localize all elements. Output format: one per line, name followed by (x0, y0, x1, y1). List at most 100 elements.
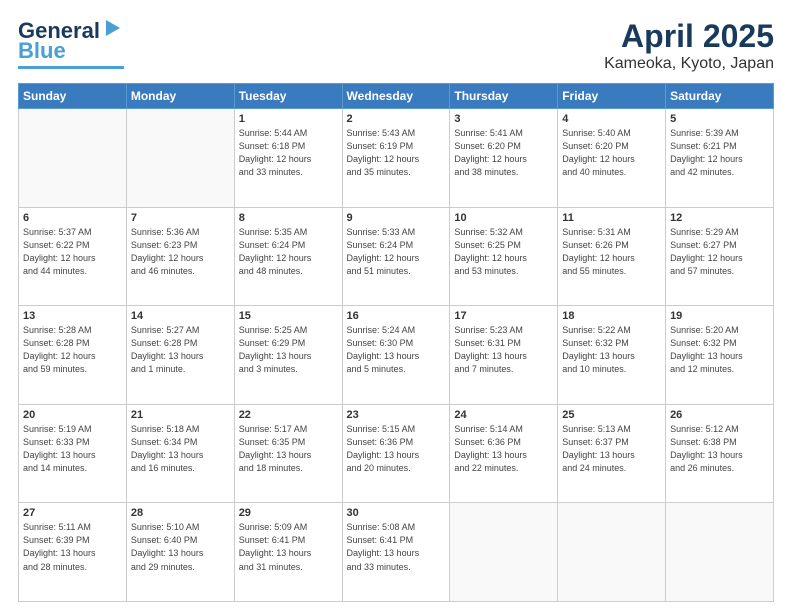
day-info: Sunrise: 5:17 AMSunset: 6:35 PMDaylight:… (239, 423, 338, 475)
day-info: Sunrise: 5:39 AMSunset: 6:21 PMDaylight:… (670, 127, 769, 179)
day-number: 24 (454, 409, 553, 421)
calendar-table: SundayMondayTuesdayWednesdayThursdayFrid… (18, 83, 774, 602)
day-info: Sunrise: 5:37 AMSunset: 6:22 PMDaylight:… (23, 226, 122, 278)
calendar-cell: 27 Sunrise: 5:11 AMSunset: 6:39 PMDayligh… (19, 503, 127, 602)
logo-underline (18, 66, 124, 69)
calendar-cell: 14 Sunrise: 5:27 AMSunset: 6:28 PMDayligh… (126, 306, 234, 405)
calendar-cell (126, 109, 234, 208)
calendar-cell: 19 Sunrise: 5:20 AMSunset: 6:32 PMDayligh… (666, 306, 774, 405)
calendar-cell: 1 Sunrise: 5:44 AMSunset: 6:18 PMDaylight… (234, 109, 342, 208)
day-info: Sunrise: 5:10 AMSunset: 6:40 PMDaylight:… (131, 521, 230, 573)
calendar-header-wednesday: Wednesday (342, 84, 450, 109)
calendar-cell: 23Sunrise: 5:15 AMSunset: 6:36 PMDayligh… (342, 404, 450, 503)
calendar-cell: 20 Sunrise: 5:19 AMSunset: 6:33 PMDayligh… (19, 404, 127, 503)
calendar-cell (19, 109, 127, 208)
day-number: 21 (131, 409, 230, 421)
day-info: Sunrise: 5:32 AMSunset: 6:25 PMDaylight:… (454, 226, 553, 278)
day-info: Sunrise: 5:27 AMSunset: 6:28 PMDaylight:… (131, 324, 230, 376)
calendar-cell: 13 Sunrise: 5:28 AMSunset: 6:28 PMDayligh… (19, 306, 127, 405)
subtitle: Kameoka, Kyoto, Japan (604, 55, 774, 73)
calendar-cell: 3 Sunrise: 5:41 AMSunset: 6:20 PMDaylight… (450, 109, 558, 208)
day-number: 19 (670, 310, 769, 322)
calendar-header-monday: Monday (126, 84, 234, 109)
calendar-row-4: 27 Sunrise: 5:11 AMSunset: 6:39 PMDayligh… (19, 503, 774, 602)
calendar-cell: 6 Sunrise: 5:37 AMSunset: 6:22 PMDaylight… (19, 207, 127, 306)
day-number: 1 (239, 113, 338, 125)
day-number: 26 (670, 409, 769, 421)
day-number: 16 (347, 310, 446, 322)
day-number: 6 (23, 212, 122, 224)
day-info: Sunrise: 5:20 AMSunset: 6:32 PMDaylight:… (670, 324, 769, 376)
day-info: Sunrise: 5:41 AMSunset: 6:20 PMDaylight:… (454, 127, 553, 179)
day-info: Sunrise: 5:22 AMSunset: 6:32 PMDaylight:… (562, 324, 661, 376)
calendar-header-thursday: Thursday (450, 84, 558, 109)
day-number: 4 (562, 113, 661, 125)
day-number: 27 (23, 507, 122, 519)
calendar-cell: 22 Sunrise: 5:17 AMSunset: 6:35 PMDayligh… (234, 404, 342, 503)
page: General Blue April 2025 Kameoka, Kyoto, … (0, 0, 792, 612)
day-number: 17 (454, 310, 553, 322)
day-number: 3 (454, 113, 553, 125)
calendar-row-1: 6 Sunrise: 5:37 AMSunset: 6:22 PMDaylight… (19, 207, 774, 306)
calendar-cell: 16Sunrise: 5:24 AMSunset: 6:30 PMDayligh… (342, 306, 450, 405)
calendar-cell: 17 Sunrise: 5:23 AMSunset: 6:31 PMDayligh… (450, 306, 558, 405)
day-info: Sunrise: 5:09 AMSunset: 6:41 PMDaylight:… (239, 521, 338, 573)
calendar-cell: 4 Sunrise: 5:40 AMSunset: 6:20 PMDaylight… (558, 109, 666, 208)
day-info: Sunrise: 5:43 AMSunset: 6:19 PMDaylight:… (347, 127, 446, 179)
day-number: 28 (131, 507, 230, 519)
day-number: 22 (239, 409, 338, 421)
day-number: 13 (23, 310, 122, 322)
day-number: 10 (454, 212, 553, 224)
calendar-cell: 12 Sunrise: 5:29 AMSunset: 6:27 PMDayligh… (666, 207, 774, 306)
day-info: Sunrise: 5:12 AMSunset: 6:38 PMDaylight:… (670, 423, 769, 475)
calendar-cell: 28 Sunrise: 5:10 AMSunset: 6:40 PMDayligh… (126, 503, 234, 602)
calendar-cell: 9Sunrise: 5:33 AMSunset: 6:24 PMDaylight… (342, 207, 450, 306)
day-info: Sunrise: 5:33 AMSunset: 6:24 PMDaylight:… (347, 226, 446, 278)
calendar-cell: 29 Sunrise: 5:09 AMSunset: 6:41 PMDayligh… (234, 503, 342, 602)
day-number: 20 (23, 409, 122, 421)
day-number: 18 (562, 310, 661, 322)
calendar-header-row: SundayMondayTuesdayWednesdayThursdayFrid… (19, 84, 774, 109)
logo-blue: Blue (18, 38, 66, 64)
calendar-cell: 24 Sunrise: 5:14 AMSunset: 6:36 PMDayligh… (450, 404, 558, 503)
day-number: 29 (239, 507, 338, 519)
logo-icon (102, 18, 124, 40)
day-info: Sunrise: 5:19 AMSunset: 6:33 PMDaylight:… (23, 423, 122, 475)
day-info: Sunrise: 5:36 AMSunset: 6:23 PMDaylight:… (131, 226, 230, 278)
day-number: 14 (131, 310, 230, 322)
calendar-header-friday: Friday (558, 84, 666, 109)
logo: General Blue (18, 18, 124, 69)
day-number: 23 (347, 409, 446, 421)
day-info: Sunrise: 5:11 AMSunset: 6:39 PMDaylight:… (23, 521, 122, 573)
day-info: Sunrise: 5:40 AMSunset: 6:20 PMDaylight:… (562, 127, 661, 179)
calendar-cell: 10 Sunrise: 5:32 AMSunset: 6:25 PMDayligh… (450, 207, 558, 306)
day-number: 25 (562, 409, 661, 421)
day-info: Sunrise: 5:44 AMSunset: 6:18 PMDaylight:… (239, 127, 338, 179)
day-info: Sunrise: 5:23 AMSunset: 6:31 PMDaylight:… (454, 324, 553, 376)
calendar-cell: 7Sunrise: 5:36 AMSunset: 6:23 PMDaylight… (126, 207, 234, 306)
day-info: Sunrise: 5:28 AMSunset: 6:28 PMDaylight:… (23, 324, 122, 376)
calendar-cell: 18 Sunrise: 5:22 AMSunset: 6:32 PMDayligh… (558, 306, 666, 405)
calendar-row-2: 13 Sunrise: 5:28 AMSunset: 6:28 PMDayligh… (19, 306, 774, 405)
calendar-cell: 15 Sunrise: 5:25 AMSunset: 6:29 PMDayligh… (234, 306, 342, 405)
calendar-cell (450, 503, 558, 602)
day-number: 15 (239, 310, 338, 322)
day-info: Sunrise: 5:29 AMSunset: 6:27 PMDaylight:… (670, 226, 769, 278)
calendar-header-sunday: Sunday (19, 84, 127, 109)
day-info: Sunrise: 5:18 AMSunset: 6:34 PMDaylight:… (131, 423, 230, 475)
calendar-header-saturday: Saturday (666, 84, 774, 109)
day-info: Sunrise: 5:25 AMSunset: 6:29 PMDaylight:… (239, 324, 338, 376)
day-info: Sunrise: 5:08 AMSunset: 6:41 PMDaylight:… (347, 521, 446, 573)
day-info: Sunrise: 5:31 AMSunset: 6:26 PMDaylight:… (562, 226, 661, 278)
main-title: April 2025 (604, 18, 774, 55)
day-info: Sunrise: 5:14 AMSunset: 6:36 PMDaylight:… (454, 423, 553, 475)
day-number: 30 (347, 507, 446, 519)
calendar-cell: 2Sunrise: 5:43 AMSunset: 6:19 PMDaylight… (342, 109, 450, 208)
day-info: Sunrise: 5:13 AMSunset: 6:37 PMDaylight:… (562, 423, 661, 475)
day-number: 12 (670, 212, 769, 224)
day-number: 11 (562, 212, 661, 224)
day-info: Sunrise: 5:35 AMSunset: 6:24 PMDaylight:… (239, 226, 338, 278)
calendar-cell (558, 503, 666, 602)
calendar-header-tuesday: Tuesday (234, 84, 342, 109)
calendar-cell: 26 Sunrise: 5:12 AMSunset: 6:38 PMDayligh… (666, 404, 774, 503)
